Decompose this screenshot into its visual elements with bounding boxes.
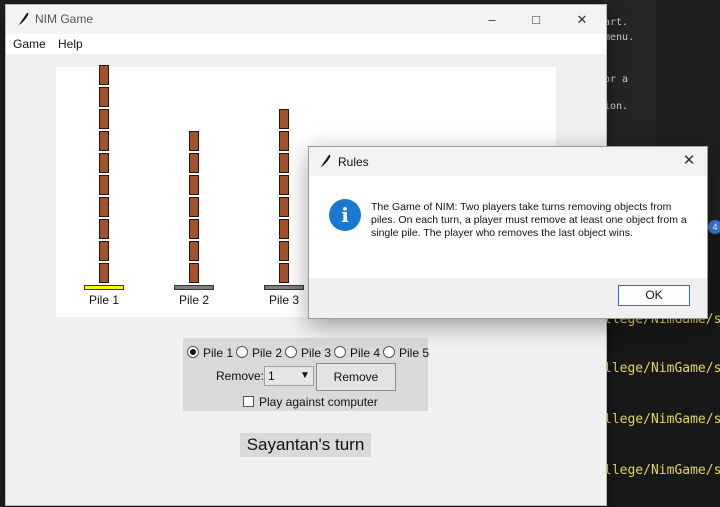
radio-label: Pile 4 xyxy=(350,346,381,360)
close-icon[interactable]: ✕ xyxy=(679,151,699,169)
terminal-line: llege/NimGame/sr xyxy=(604,463,720,478)
minimize-icon[interactable]: – xyxy=(470,5,514,34)
pile-brick xyxy=(279,197,289,217)
feather-icon xyxy=(18,12,29,26)
notification-badge: 4 xyxy=(708,220,720,234)
pile-label: Pile 3 xyxy=(268,293,300,307)
pile-base xyxy=(174,285,214,290)
radio-pile-2[interactable]: Pile 2 xyxy=(236,346,282,360)
info-icon: i xyxy=(329,199,361,231)
title-bar[interactable]: NIM Game – □ ✕ xyxy=(6,5,606,34)
controls-panel: Pile 1 Pile 2 Pile 3 Pile 4 Pile 5 Remove: 1… xyxy=(183,338,429,411)
radio-dot[interactable] xyxy=(236,346,248,358)
pile-brick xyxy=(279,131,289,151)
remove-count-value: 1 xyxy=(268,369,275,383)
pile-brick xyxy=(279,241,289,261)
pile-brick xyxy=(279,153,289,173)
pile-brick xyxy=(99,153,109,173)
radio-dot[interactable] xyxy=(383,346,395,358)
remove-button[interactable]: Remove xyxy=(316,363,396,391)
pile-base xyxy=(84,285,124,290)
terminal-line: llege/NimGame/sr xyxy=(604,361,720,376)
radio-pile-3[interactable]: Pile 3 xyxy=(285,346,331,360)
code-line: art. xyxy=(604,17,629,28)
radio-dot[interactable] xyxy=(187,346,199,358)
pile-brick xyxy=(189,175,199,195)
checkbox-box[interactable] xyxy=(243,396,254,407)
play-against-computer-checkbox[interactable]: Play against computer xyxy=(243,395,378,409)
menu-help[interactable]: Help xyxy=(58,37,83,51)
menu-game[interactable]: Game xyxy=(13,37,46,51)
remove-count-select[interactable]: 1 ▼ xyxy=(264,366,314,386)
radio-label: Pile 5 xyxy=(399,346,430,360)
terminal-line: llege/NimGame/sr xyxy=(604,412,720,427)
pile-brick xyxy=(99,87,109,107)
radio-dot[interactable] xyxy=(334,346,346,358)
code-line: ion. xyxy=(604,101,629,112)
pile-brick xyxy=(279,109,289,129)
turn-status: Sayantan's turn xyxy=(240,433,371,457)
pile-brick xyxy=(99,109,109,129)
dialog-message: The Game of NIM: Two players take turns … xyxy=(371,201,687,239)
chevron-down-icon[interactable]: ▼ xyxy=(298,368,312,384)
pile-brick xyxy=(99,65,109,85)
pile-base xyxy=(264,285,304,290)
radio-label: Pile 3 xyxy=(301,346,332,360)
pile-brick xyxy=(189,219,199,239)
remove-label: Remove: xyxy=(216,369,265,383)
dialog-title-bar[interactable]: Rules ✕ xyxy=(309,147,707,176)
pile-brick xyxy=(189,131,199,151)
code-line: or a xyxy=(604,74,629,85)
pile-brick xyxy=(189,263,199,283)
pile-brick xyxy=(99,131,109,151)
maximize-icon[interactable]: □ xyxy=(514,5,558,34)
pile-label: Pile 2 xyxy=(178,293,210,307)
radio-pile-5[interactable]: Pile 5 xyxy=(383,346,429,360)
pile-brick xyxy=(99,175,109,195)
menu-bar: Game Help xyxy=(6,34,606,54)
dialog-title: Rules xyxy=(338,155,369,169)
pile-brick xyxy=(189,197,199,217)
pile-brick xyxy=(279,175,289,195)
radio-dot[interactable] xyxy=(285,346,297,358)
radio-label: Pile 2 xyxy=(252,346,283,360)
ok-button[interactable]: OK xyxy=(618,285,690,306)
pile-label: Pile 1 xyxy=(88,293,120,307)
pile-brick xyxy=(279,219,289,239)
radio-pile-4[interactable]: Pile 4 xyxy=(334,346,380,360)
pile-brick xyxy=(189,241,199,261)
pile-brick xyxy=(99,197,109,217)
feather-icon xyxy=(320,154,331,168)
pile-brick xyxy=(189,153,199,173)
pile-brick xyxy=(99,241,109,261)
radio-pile-1[interactable]: Pile 1 xyxy=(187,346,233,360)
rules-dialog: Rules ✕ i The Game of NIM: Two players t… xyxy=(308,146,708,319)
pile-brick xyxy=(279,263,289,283)
pile-brick xyxy=(99,219,109,239)
checkbox-label: Play against computer xyxy=(259,395,378,409)
dialog-body: i The Game of NIM: Two players take turn… xyxy=(309,176,707,278)
close-icon[interactable]: ✕ xyxy=(560,5,604,34)
radio-label: Pile 1 xyxy=(203,346,234,360)
window-title: NIM Game xyxy=(35,12,94,26)
pile-brick xyxy=(99,263,109,283)
code-line: menu. xyxy=(604,32,635,43)
